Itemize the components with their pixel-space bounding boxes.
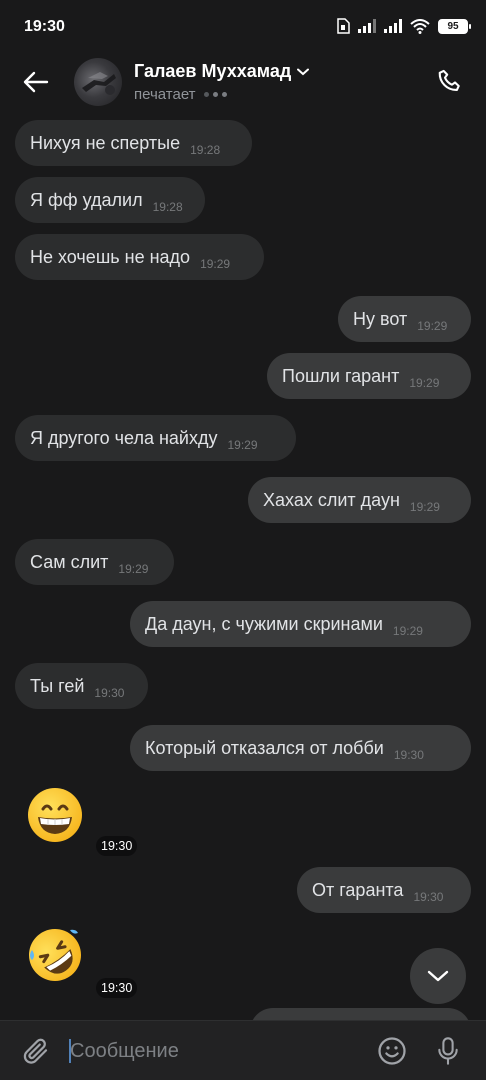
message-text: От гаранта <box>312 880 404 900</box>
message-outgoing[interactable]: Ну вот 19:29 <box>338 296 471 342</box>
message-input[interactable] <box>70 1033 360 1069</box>
smile-icon <box>378 1037 406 1065</box>
message-text: Я другого чела найхду <box>30 428 218 448</box>
emoji-message[interactable] <box>26 926 86 986</box>
message-time: 19:29 <box>118 562 149 576</box>
message-text: Хахах слит даун <box>263 490 400 510</box>
message-time: 19:29 <box>200 257 231 271</box>
contact-name[interactable]: Галаев Муххамад <box>134 61 310 82</box>
message-incoming[interactable]: Сам слит 19:29 <box>15 539 174 585</box>
microphone-icon <box>438 1037 458 1065</box>
paperclip-icon <box>23 1038 48 1064</box>
chat-header: Галаев Муххамад печатает <box>0 56 486 112</box>
message-text: Который отказался от лобби <box>145 738 384 758</box>
battery-icon: 95 <box>438 18 471 34</box>
signal-icon <box>358 19 376 33</box>
message-text: Я фф удалил <box>30 190 143 210</box>
message-incoming[interactable]: Я другого чела найхду 19:29 <box>15 415 296 461</box>
message-time: 19:29 <box>227 438 258 452</box>
typing-indicator <box>203 92 227 97</box>
message-text: Сам слит <box>30 552 109 572</box>
avatar-image-icon <box>82 72 116 95</box>
chevron-down-icon <box>297 68 310 75</box>
rolling-on-floor-laughing-icon <box>29 929 81 981</box>
message-time: 19:29 <box>392 624 423 638</box>
message-text: Не хочешь не надо <box>30 247 191 267</box>
message-list[interactable]: Нихуя не спертые 19:28 Я фф удалил 19:28… <box>0 112 486 1020</box>
attach-button[interactable] <box>18 1033 54 1069</box>
back-button[interactable] <box>18 64 54 100</box>
message-incoming[interactable]: Ты гей 19:30 <box>15 663 148 709</box>
status-bar: 19:30 95 <box>0 0 486 56</box>
typing-status-text: печатает <box>134 86 196 103</box>
message-outgoing[interactable]: Пошли гарант 19:29 <box>267 353 471 399</box>
message-incoming[interactable]: Я фф удалил 19:28 <box>15 177 205 223</box>
message-time: 19:30 <box>96 978 138 998</box>
emoji-message[interactable] <box>26 786 86 846</box>
signal-icon-2 <box>384 19 402 33</box>
message-time: 19:30 <box>96 836 138 856</box>
message-incoming[interactable]: Не хочешь не надо 19:29 <box>15 234 264 280</box>
message-time: 19:29 <box>417 319 448 333</box>
message-text: Нихуя не спертые <box>30 133 181 153</box>
contact-status: печатает <box>134 86 227 103</box>
status-time: 19:30 <box>24 18 65 35</box>
message-outgoing[interactable]: От гаранта 19:30 <box>297 867 471 913</box>
arrow-left-icon <box>23 71 49 93</box>
message-time: 19:28 <box>190 143 221 157</box>
message-text: Ты гей <box>30 676 85 696</box>
message-text: Да даун, с чужими скринами <box>145 614 383 634</box>
message-time: 19:28 <box>152 200 183 214</box>
contact-name-text: Галаев Муххамад <box>134 61 292 81</box>
message-time: 19:30 <box>94 686 125 700</box>
emoji-picker-button[interactable] <box>374 1033 410 1069</box>
message-text: Пошли гарант <box>282 366 400 386</box>
message-composer <box>0 1020 486 1080</box>
message-incoming[interactable]: Нихуя не спертые 19:28 <box>15 120 252 166</box>
message-outgoing[interactable]: Да даун, с чужими скринами 19:29 <box>130 601 471 647</box>
message-outgoing-partial[interactable] <box>250 1008 471 1020</box>
chevron-down-icon <box>427 970 449 982</box>
message-time: 19:30 <box>393 748 424 762</box>
message-outgoing[interactable]: Хахах слит даун 19:29 <box>248 477 471 523</box>
message-time: 19:29 <box>409 500 440 514</box>
avatar[interactable] <box>74 58 122 106</box>
message-outgoing[interactable]: Который отказался от лобби 19:30 <box>130 725 471 771</box>
dual-sim-icon <box>337 18 350 34</box>
scroll-to-bottom-button[interactable] <box>410 948 466 1004</box>
phone-icon <box>438 69 460 91</box>
wifi-icon <box>410 18 430 34</box>
voice-message-button[interactable] <box>430 1033 466 1069</box>
call-button[interactable] <box>430 62 470 102</box>
message-time: 19:30 <box>413 890 444 904</box>
status-icons: 95 <box>336 18 471 34</box>
message-text: Ну вот <box>353 309 408 329</box>
message-time: 19:29 <box>409 376 440 390</box>
grinning-face-icon <box>28 788 82 842</box>
